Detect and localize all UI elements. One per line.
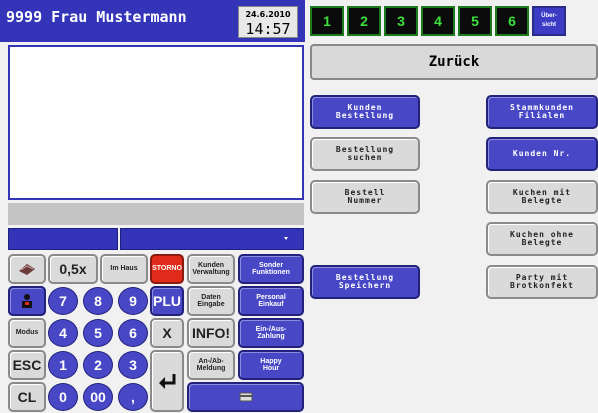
happy-hour-button[interactable]: Happy Hour xyxy=(238,350,304,380)
plu-button[interactable]: PLU xyxy=(150,286,184,316)
digit-2-button[interactable]: 2 xyxy=(83,351,113,379)
person-icon xyxy=(22,294,32,308)
escape-button[interactable]: ESC xyxy=(8,350,46,380)
half-quantity-button[interactable]: 0,5x xyxy=(48,254,98,284)
input-strip-right xyxy=(120,228,304,250)
date-label: 24.6.2010 xyxy=(245,10,291,19)
customer-order-button[interactable]: Kunden Bestellung xyxy=(310,95,420,129)
tab-6[interactable]: 6 xyxy=(495,6,529,36)
special-functions-button[interactable]: Sonder Funktionen xyxy=(238,254,304,284)
order-number-button[interactable]: Bestell Nummer xyxy=(310,180,420,214)
cake-without-sandwich-button[interactable]: Kuchen ohne Belegte xyxy=(486,222,598,256)
digit-6-button[interactable]: 6 xyxy=(118,319,148,347)
customer-management-button[interactable]: Kunden Verwaltung xyxy=(187,254,235,284)
chevron-down-icon xyxy=(284,237,288,240)
save-order-button[interactable]: Bestellung Speichern xyxy=(310,265,420,299)
digit-1-button[interactable]: 1 xyxy=(48,351,78,379)
cake-icon-button[interactable] xyxy=(8,254,46,284)
cash-in-out-button[interactable]: Ein-/Aus- Zahlung xyxy=(238,318,304,348)
customer-number-button[interactable]: Kunden Nr. xyxy=(486,137,598,171)
digit-00-button[interactable]: 00 xyxy=(83,383,113,411)
mode-button[interactable]: Modus xyxy=(8,318,46,348)
cake-with-sandwich-button[interactable]: Kuchen mit Belegte xyxy=(486,180,598,214)
tab-4[interactable]: 4 xyxy=(421,6,455,36)
info-button[interactable]: INFO! xyxy=(187,318,235,348)
enter-button[interactable] xyxy=(150,350,184,412)
data-entry-button[interactable]: Daten Eingabe xyxy=(187,286,235,316)
tab-overview[interactable]: Über- sicht xyxy=(532,6,566,36)
enter-arrow-icon xyxy=(159,374,176,389)
digit-7-button[interactable]: 7 xyxy=(48,287,78,315)
tab-3[interactable]: 3 xyxy=(384,6,418,36)
digit-3-button[interactable]: 3 xyxy=(118,351,148,379)
input-strip-left xyxy=(8,228,118,250)
card-icon xyxy=(239,392,252,402)
info-strip xyxy=(8,203,304,225)
multiply-button[interactable]: X xyxy=(150,318,184,348)
decimal-comma-button[interactable]: , xyxy=(118,383,148,411)
staff-purchase-button[interactable]: Personal Einkauf xyxy=(238,286,304,316)
card-payment-button[interactable] xyxy=(187,382,304,412)
search-order-button[interactable]: Bestellung suchen xyxy=(310,137,420,171)
digit-0-button[interactable]: 0 xyxy=(48,383,78,411)
regular-customer-branches-button[interactable]: Stammkunden Filialen xyxy=(486,95,598,129)
cake-icon xyxy=(19,264,35,275)
back-button[interactable]: Zurück xyxy=(310,44,598,80)
digit-9-button[interactable]: 9 xyxy=(118,287,148,315)
in-house-button[interactable]: Im Haus xyxy=(100,254,148,284)
tab-5[interactable]: 5 xyxy=(458,6,492,36)
clear-button[interactable]: CL xyxy=(8,382,46,412)
login-logout-button[interactable]: An-/Ab- Meldung xyxy=(187,350,235,380)
digit-8-button[interactable]: 8 xyxy=(83,287,113,315)
person-icon-button[interactable] xyxy=(8,286,46,316)
receipt-display xyxy=(8,45,304,200)
time-label: 14:57 xyxy=(245,20,291,38)
party-bread-confect-button[interactable]: Party mit Brotkonfekt xyxy=(486,265,598,299)
tab-1[interactable]: 1 xyxy=(310,6,344,36)
tab-2[interactable]: 2 xyxy=(347,6,381,36)
digit-4-button[interactable]: 4 xyxy=(48,319,78,347)
digit-5-button[interactable]: 5 xyxy=(83,319,113,347)
storno-button[interactable]: STORNO xyxy=(150,254,184,284)
datetime-display: 24.6.2010 14:57 xyxy=(238,6,298,38)
